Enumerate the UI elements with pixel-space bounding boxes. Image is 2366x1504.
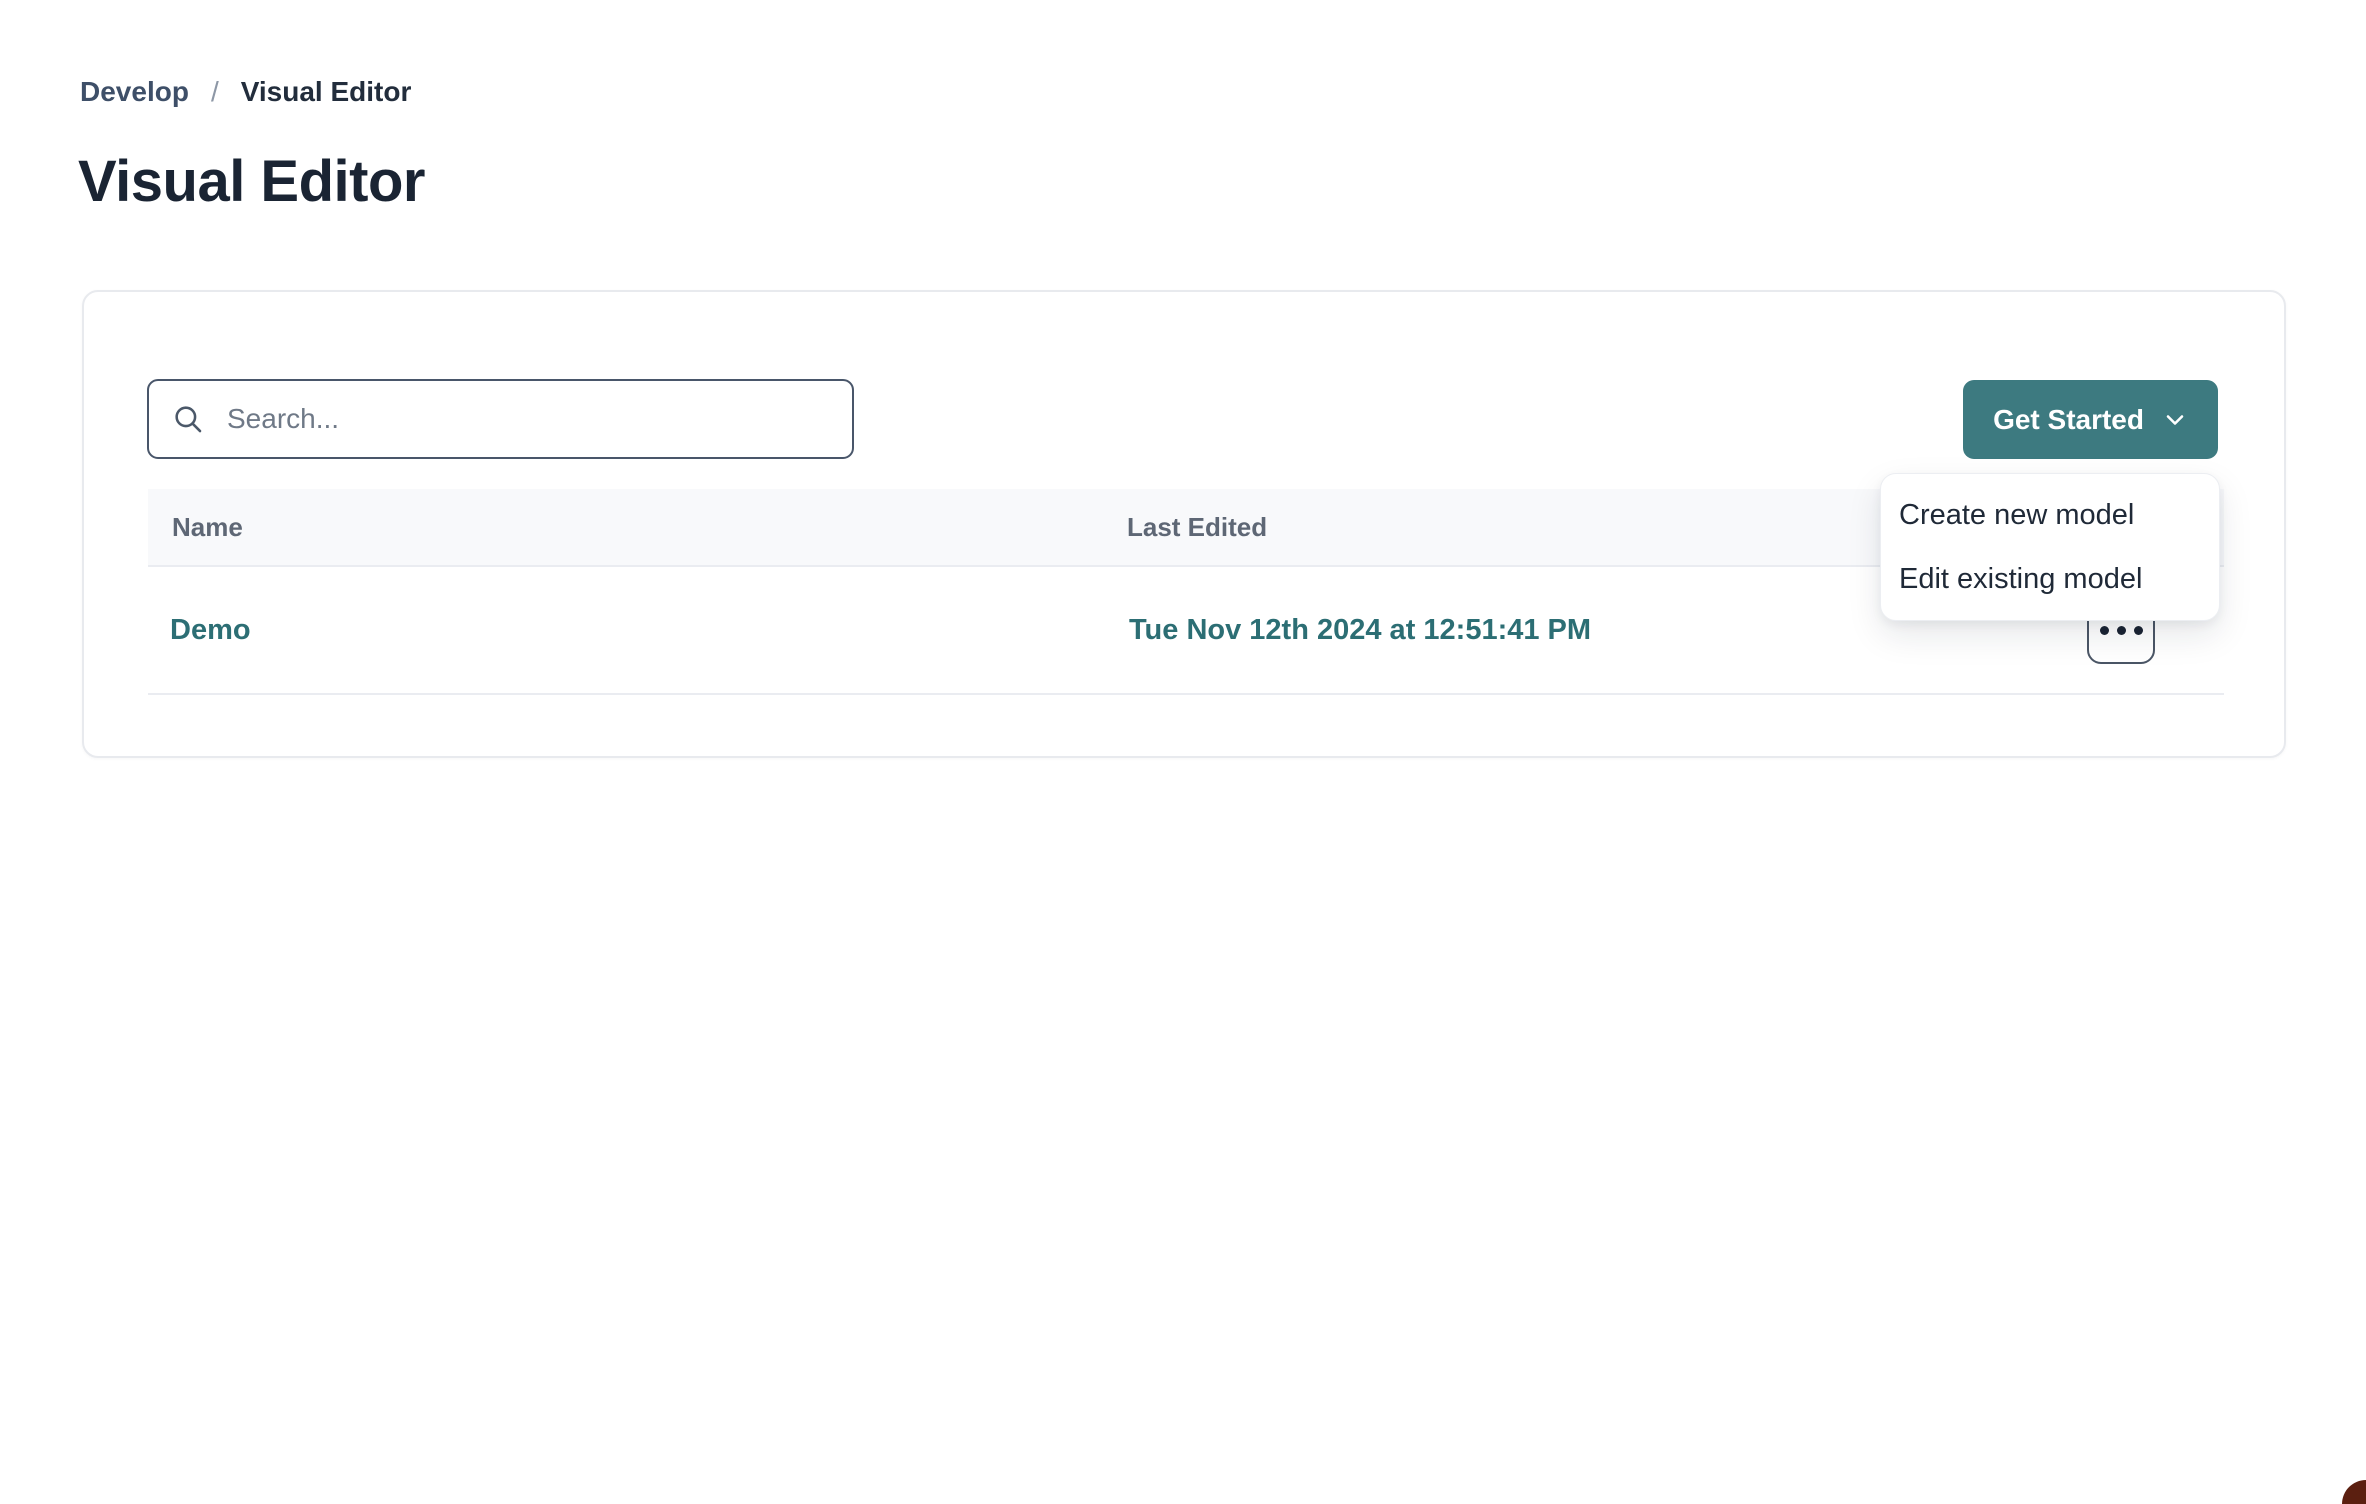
breadcrumb-item-visual-editor: Visual Editor (241, 76, 412, 108)
last-edited-value: Tue Nov 12th 2024 at 12:51:41 PM (1127, 614, 2018, 647)
page-title: Visual Editor (78, 148, 425, 215)
get-started-dropdown: Create new model Edit existing model (1880, 473, 2220, 621)
ellipsis-icon (2117, 626, 2126, 635)
search-icon (171, 402, 205, 436)
ellipsis-icon (2134, 626, 2143, 635)
get-started-label: Get Started (1993, 404, 2144, 436)
corner-decoration (2342, 1480, 2366, 1504)
breadcrumb-separator: / (211, 76, 219, 108)
chevron-down-icon (2162, 407, 2188, 433)
model-name-link[interactable]: Demo (148, 614, 1127, 647)
breadcrumb-item-develop[interactable]: Develop (80, 76, 189, 108)
search-input[interactable] (225, 402, 832, 436)
ellipsis-icon (2100, 626, 2109, 635)
visual-editor-page: Develop / Visual Editor Visual Editor Ge… (0, 0, 2366, 1504)
breadcrumb: Develop / Visual Editor (80, 76, 411, 108)
search-box[interactable] (147, 379, 854, 459)
menu-item-edit-existing-model[interactable]: Edit existing model (1881, 547, 2219, 611)
column-header-name: Name (148, 512, 1127, 543)
get-started-button[interactable]: Get Started (1963, 380, 2218, 459)
menu-item-create-new-model[interactable]: Create new model (1881, 483, 2219, 547)
